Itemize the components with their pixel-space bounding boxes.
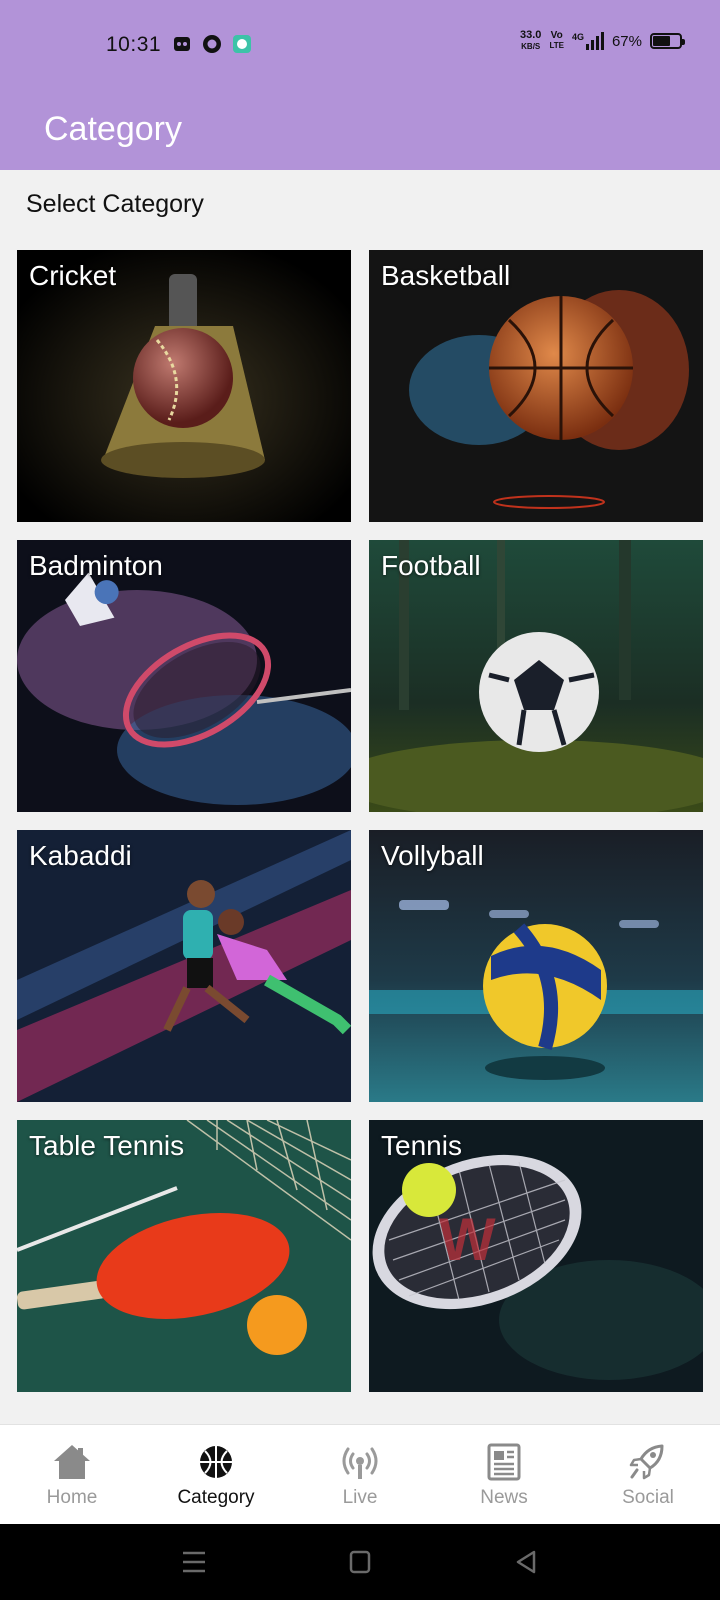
category-label: Tennis — [381, 1130, 462, 1161]
bottom-navigation: Home Category Live News Social — [0, 1424, 720, 1524]
app-bar: Category — [0, 88, 720, 170]
category-label: Basketball — [381, 260, 511, 291]
nav-label: Social — [622, 1487, 674, 1508]
back-icon[interactable] — [506, 1544, 546, 1580]
volte-indicator: Vo LTE — [549, 30, 564, 51]
status-time: 10:31 — [106, 33, 162, 56]
category-label: Vollyball — [381, 840, 484, 871]
battery-percent: 67% — [611, 32, 642, 50]
broadcast-icon — [342, 1447, 378, 1479]
nav-item-live[interactable]: Live — [288, 1425, 432, 1525]
category-label: Cricket — [29, 260, 117, 291]
section-title: Select Category — [26, 190, 204, 218]
category-label: Kabaddi — [29, 840, 132, 871]
system-navigation-bar — [0, 1524, 720, 1600]
circle-app-icon — [203, 35, 221, 53]
basketball-icon — [200, 1446, 232, 1478]
category-card-tennis[interactable]: W Tennis — [369, 1120, 703, 1392]
nav-label: Category — [177, 1487, 255, 1508]
nav-label: Live — [342, 1487, 378, 1508]
category-card-football[interactable]: Football — [369, 540, 703, 812]
category-card-kabaddi[interactable]: Kabaddi — [17, 830, 351, 1102]
home-icon — [54, 1445, 90, 1479]
category-card-cricket[interactable]: Cricket — [17, 250, 351, 522]
category-label: Badminton — [29, 550, 163, 581]
status-bar: 10:31 33.0 KB/S Vo LTE 4G 67% — [0, 0, 720, 88]
nav-item-home[interactable]: Home — [0, 1425, 144, 1525]
status-right: 33.0 KB/S Vo LTE 4G 67% — [520, 29, 685, 52]
nav-item-social[interactable]: Social — [576, 1425, 720, 1525]
game-controller-icon — [174, 37, 190, 51]
page-title: Category — [44, 110, 182, 148]
network-speed: 33.0 KB/S — [520, 29, 542, 52]
notification-icons — [172, 34, 252, 54]
rocket-icon — [629, 1444, 664, 1480]
newspaper-icon — [487, 1443, 521, 1481]
recent-apps-icon[interactable] — [174, 1544, 214, 1580]
battery-icon — [650, 33, 685, 49]
nav-item-news[interactable]: News — [432, 1425, 576, 1525]
nav-label: News — [480, 1487, 528, 1508]
category-card-basketball[interactable]: Basketball — [369, 250, 703, 522]
category-card-vollyball[interactable]: Vollyball — [369, 830, 703, 1102]
svg-text:W: W — [439, 1206, 496, 1273]
nav-label: Home — [46, 1487, 98, 1508]
nav-item-category[interactable]: Category — [144, 1425, 288, 1525]
cell-signal-icon: 4G — [572, 32, 604, 50]
category-card-table-tennis[interactable]: Table Tennis — [17, 1120, 351, 1392]
home-button-icon[interactable] — [340, 1544, 380, 1580]
category-label: Football — [381, 550, 481, 581]
category-label: Table Tennis — [29, 1130, 185, 1161]
chat-app-icon — [233, 35, 251, 53]
category-card-badminton[interactable]: Badminton — [17, 540, 351, 812]
battery-fill — [653, 36, 671, 46]
